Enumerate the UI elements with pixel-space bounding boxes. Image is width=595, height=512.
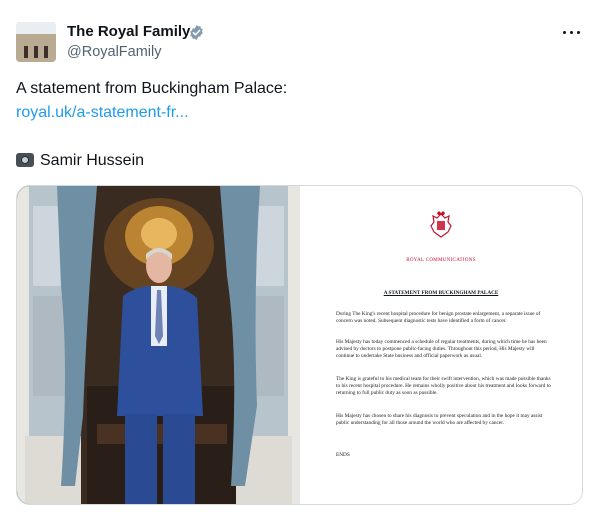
avatar[interactable] (16, 22, 56, 62)
statement-link[interactable]: royal.uk/a-statement-fr... (16, 104, 189, 122)
author-name[interactable]: The Royal Family (67, 23, 190, 40)
more-options-icon[interactable] (560, 22, 584, 42)
statement-paragraph: During The King's recent hospital proced… (336, 311, 541, 325)
statement-document: ROYAL COMMUNICATIONS A STATEMENT FROM BU… (300, 186, 582, 504)
statement-title: A STATEMENT FROM BUCKINGHAM PALACE (383, 290, 499, 296)
statement-ends: ENDS (336, 452, 350, 458)
statement-paragraph: The King is grateful to his medical team… (336, 376, 551, 397)
avatar-figure (24, 46, 28, 58)
verified-badge-icon (190, 25, 203, 40)
avatar-figure (34, 46, 38, 58)
tweet-text: A statement from Buckingham Palace: (16, 80, 288, 97)
statement-paragraph: His Majesty has chosen to share his diag… (336, 413, 543, 427)
photo-credit: Samir Hussein (16, 152, 144, 170)
author-handle[interactable]: @RoyalFamily (67, 44, 161, 60)
photo-credit-name: Samir Hussein (40, 152, 145, 169)
king-photo[interactable] (17, 186, 300, 504)
statement-paragraph: His Majesty has today commenced a schedu… (336, 339, 547, 360)
royal-crest-icon (430, 211, 452, 238)
camera-icon (16, 153, 34, 167)
office-name: ROYAL COMMUNICATIONS (406, 258, 476, 263)
avatar-figure (44, 46, 48, 58)
media-attachment[interactable]: ROYAL COMMUNICATIONS A STATEMENT FROM BU… (16, 185, 583, 505)
